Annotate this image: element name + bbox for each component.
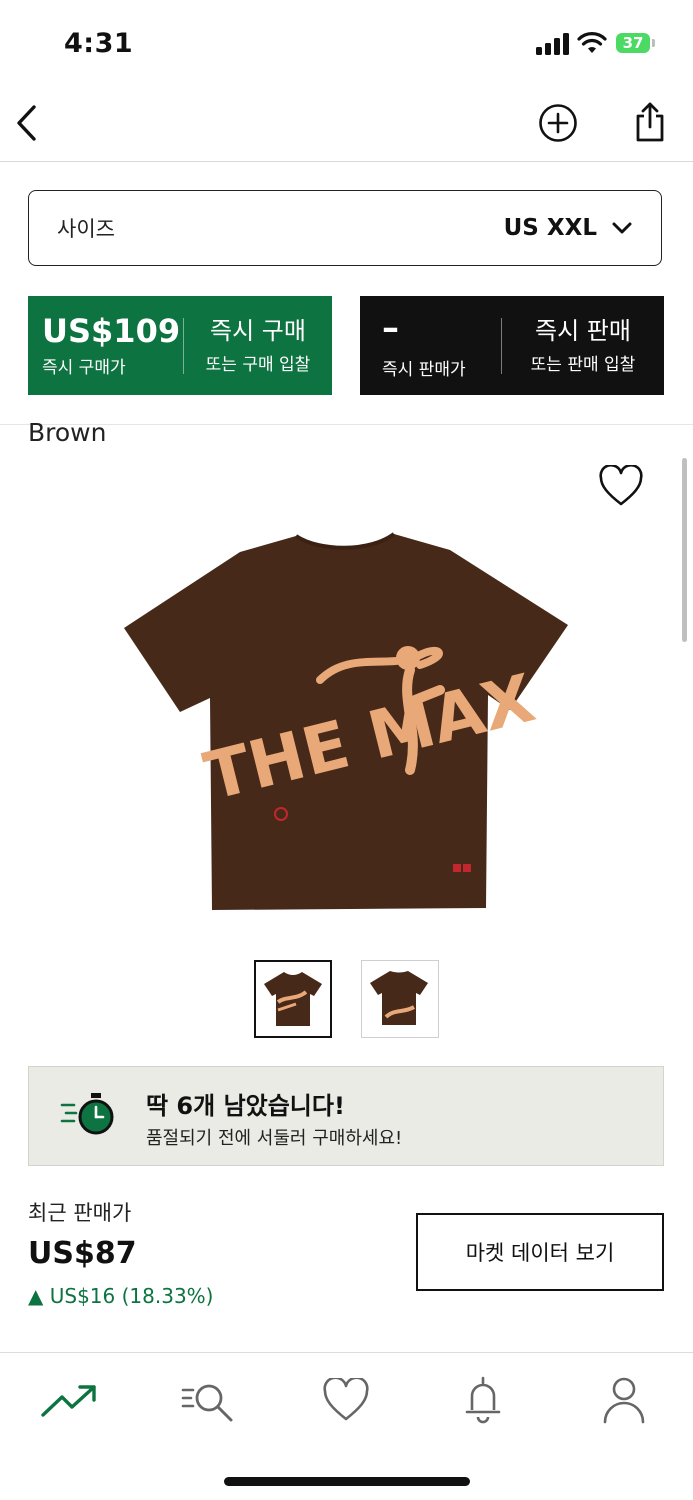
scrollbar[interactable] [682,458,687,642]
share-icon[interactable] [634,101,666,143]
status-time: 4:31 [64,28,134,59]
bell-icon[interactable] [464,1376,502,1424]
signal-icon [536,33,569,55]
tab-bar-divider [0,1352,693,1353]
heart-icon[interactable] [598,465,644,507]
buy-price: US$109 [42,312,181,350]
size-label: 사이즈 [57,217,115,241]
buy-now-button[interactable]: US$109 즉시 구매가 즉시 구매 또는 구매 입찰 [28,296,332,395]
product-color-name: Brown [28,418,107,447]
sell-price-caption: 즉시 판매가 [382,360,466,380]
sell-action-label: 즉시 판매 [535,317,631,345]
thumbnail-front[interactable] [254,960,332,1038]
thumbnail-back-image [370,971,428,1025]
product-image: THE MAX [124,532,568,910]
heart-icon[interactable] [322,1378,370,1422]
battery-cap [652,39,655,47]
size-value: US XXL [503,215,597,241]
chevron-left-icon[interactable] [14,104,40,142]
low-stock-banner [28,1066,664,1166]
market-data-button[interactable]: 마켓 데이터 보기 [416,1213,664,1291]
sell-price: – [382,308,399,348]
buy-action-sub: 또는 구매 입찰 [205,355,311,375]
nav-divider [0,161,693,162]
search-icon[interactable] [181,1378,235,1424]
thumbnail-back[interactable] [361,960,439,1038]
wifi-icon [577,32,607,53]
sell-now-button[interactable]: – 즉시 판매가 즉시 판매 또는 판매 입찰 [360,296,664,395]
chevron-down-icon [612,222,632,234]
stock-subtitle: 품절되기 전에 서둘러 구매하세요! [146,1128,403,1149]
recent-sale-price: US$87 [28,1236,137,1271]
trending-icon[interactable] [40,1383,98,1419]
sell-action-sub: 또는 판매 입찰 [530,355,636,375]
battery-indicator: 37 [616,33,650,53]
stopwatch-icon [60,1093,114,1135]
size-selector[interactable]: 사이즈 US XXL [28,190,662,266]
thumbnail-front-image [264,972,322,1026]
buy-action-label: 즉시 구매 [210,317,306,345]
recent-sale-change: ▲ US$16 (18.33%) [28,1284,214,1308]
recent-sale-label: 최근 판매가 [28,1201,132,1225]
plus-circle-icon[interactable] [538,103,578,143]
buy-price-caption: 즉시 구매가 [42,358,126,378]
stock-title: 딱 6개 남았습니다! [146,1092,345,1120]
home-indicator[interactable] [224,1477,470,1486]
profile-icon[interactable] [602,1375,646,1425]
